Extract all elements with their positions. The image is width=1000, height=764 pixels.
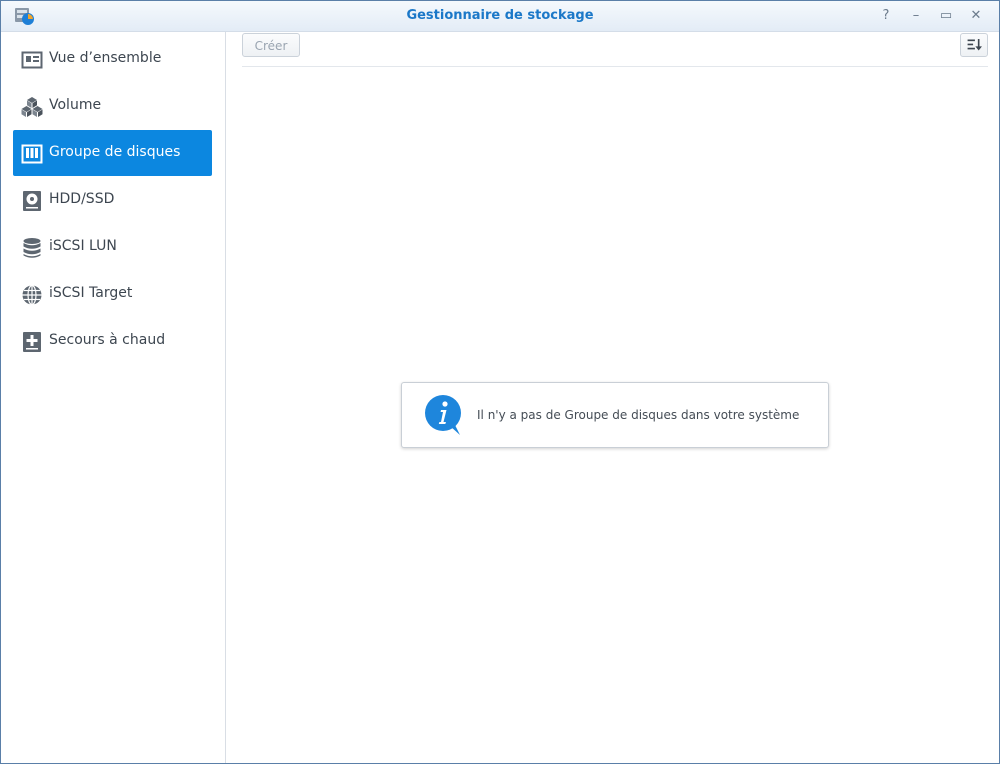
close-button[interactable]: ✕ <box>967 7 985 25</box>
empty-state-text: Il n'y a pas de Groupe de disques dans v… <box>477 408 800 422</box>
database-icon <box>23 238 41 258</box>
main-panel: Créer Il n'y a pas de Groupe de disques … <box>226 32 999 763</box>
sidebar-item-overview[interactable]: Vue d’ensemble <box>13 36 212 82</box>
sidebar-item-label: Groupe de disques <box>49 144 181 160</box>
globe-icon <box>22 284 42 306</box>
info-icon <box>425 395 461 435</box>
volume-icon <box>21 97 43 117</box>
minimize-button[interactable]: – <box>907 7 925 25</box>
disk-group-icon <box>21 144 43 164</box>
maximize-icon: ▭ <box>939 8 953 23</box>
sidebar-item-label: iSCSI LUN <box>49 238 117 254</box>
storage-manager-window: Gestionnaire de stockage ? – ▭ ✕ Vue d’e… <box>0 0 1000 764</box>
sidebar-item-iscsi-lun[interactable]: iSCSI LUN <box>13 224 212 270</box>
hdd-icon <box>23 191 41 211</box>
sidebar-item-label: Volume <box>49 97 102 113</box>
sidebar-item-volume[interactable]: Volume <box>13 83 212 129</box>
sidebar: Vue d’ensemble Volume Groupe de disques … <box>1 32 226 763</box>
sort-button[interactable] <box>960 33 988 57</box>
help-icon: ? <box>882 8 890 23</box>
create-button[interactable]: Créer <box>242 33 300 57</box>
sidebar-item-hdd-ssd[interactable]: HDD/SSD <box>13 177 212 223</box>
sidebar-item-label: Vue d’ensemble <box>49 50 162 66</box>
overview-icon <box>21 51 43 69</box>
title-bar[interactable]: Gestionnaire de stockage ? – ▭ ✕ <box>1 1 999 32</box>
sort-icon <box>967 39 982 51</box>
minimize-icon: – <box>912 8 920 23</box>
sidebar-item-disk-group[interactable]: Groupe de disques <box>13 130 212 176</box>
maximize-button[interactable]: ▭ <box>937 7 955 25</box>
window-title: Gestionnaire de stockage <box>406 8 594 23</box>
sidebar-item-hot-spare[interactable]: Secours à chaud <box>13 318 212 364</box>
sidebar-item-label: Secours à chaud <box>49 332 166 348</box>
hot-spare-icon <box>23 332 41 352</box>
help-button[interactable]: ? <box>877 7 895 25</box>
toolbar: Créer <box>242 32 988 67</box>
sidebar-item-label: HDD/SSD <box>49 191 115 207</box>
close-icon: ✕ <box>970 8 982 23</box>
empty-state-message: Il n'y a pas de Groupe de disques dans v… <box>401 382 829 448</box>
sidebar-item-iscsi-target[interactable]: iSCSI Target <box>13 271 212 317</box>
sidebar-item-label: iSCSI Target <box>49 285 133 301</box>
